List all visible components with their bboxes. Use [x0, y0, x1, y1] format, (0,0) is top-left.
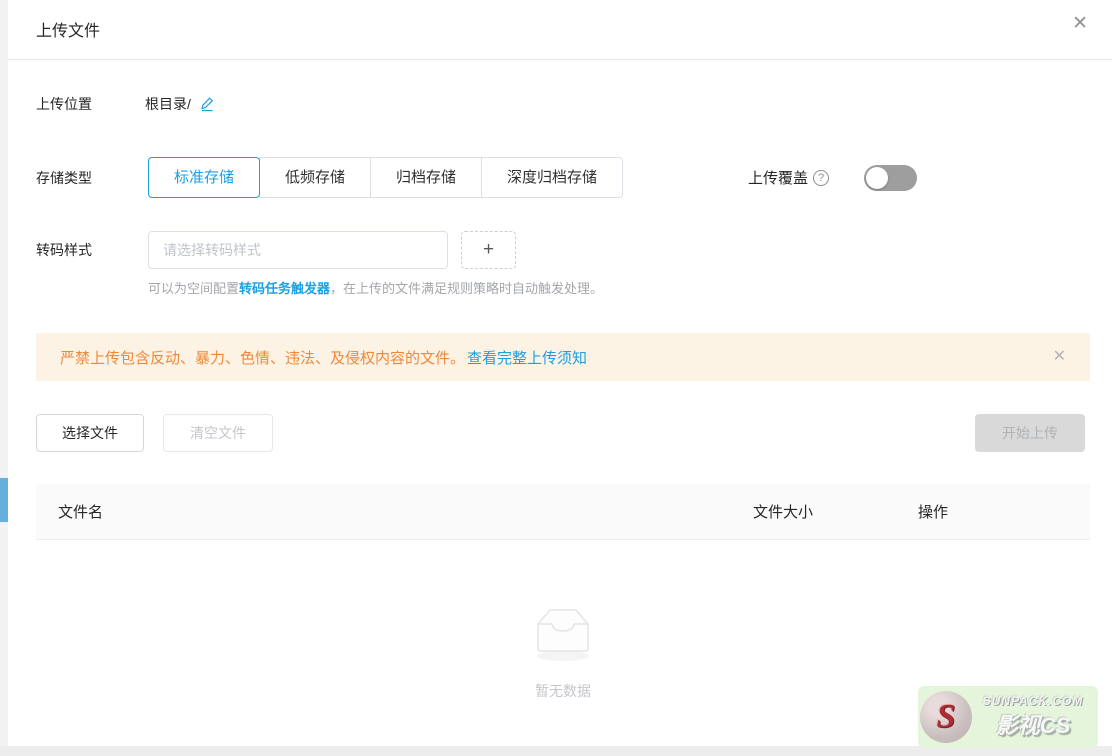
file-table-header: 文件名 文件大小 操作 — [36, 484, 1090, 540]
column-file-name: 文件名 — [36, 501, 753, 522]
transcode-hint: 可以为空间配置转码任务触发器，在上传的文件满足规则策略时自动触发处理。 — [148, 278, 603, 297]
upload-overwrite-label: 上传覆盖 — [748, 167, 808, 188]
upload-location-row: 上传位置 根目录/ — [36, 93, 215, 115]
hint-suffix: ，在上传的文件满足规则策略时自动触发处理。 — [330, 281, 603, 296]
toggle-knob — [866, 167, 888, 189]
transcode-style-label: 转码样式 — [36, 240, 148, 260]
start-upload-button[interactable]: 开始上传 — [975, 414, 1085, 452]
storage-type-row: 存储类型 标准存储 低频存储 归档存储 深度归档存储 上传覆盖 ? — [36, 157, 1096, 198]
tab-deep-archive-storage[interactable]: 深度归档存储 — [481, 157, 623, 198]
background-selected-item-strip — [0, 478, 8, 522]
transcode-style-input[interactable] — [148, 231, 448, 269]
transcode-style-row: 转码样式 + — [36, 231, 516, 269]
upload-dialog: 上传文件 ✕ 上传位置 根目录/ 存储类型 标准存储 低频存储 归档存储 深度归… — [8, 0, 1112, 746]
watermark-domain-text: SUNPACK.COM — [983, 694, 1084, 708]
close-icon[interactable]: ✕ — [1072, 14, 1088, 33]
edit-pencil-icon[interactable] — [200, 96, 215, 112]
dialog-title: 上传文件 — [36, 17, 100, 41]
tab-standard-storage[interactable]: 标准存储 — [148, 157, 260, 198]
question-circle-icon[interactable]: ? — [813, 170, 829, 186]
watermark-brand-text: 影视CS — [996, 708, 1071, 740]
transcode-trigger-link[interactable]: 转码任务触发器 — [239, 281, 330, 296]
storage-type-label: 存储类型 — [36, 168, 148, 188]
tab-infrequent-storage[interactable]: 低频存储 — [259, 157, 371, 198]
upload-overwrite-group: 上传覆盖 ? — [748, 157, 917, 198]
background-page-strip — [0, 0, 8, 756]
notice-close-icon[interactable]: ✕ — [1053, 349, 1066, 365]
add-transcode-style-button[interactable]: + — [461, 231, 516, 269]
page-background: 上传文件 ✕ 上传位置 根目录/ 存储类型 标准存储 低频存储 归档存储 深度归… — [0, 0, 1112, 756]
upload-notice-banner: 严禁上传包含反动、暴力、色情、违法、及侵权内容的文件。 查看完整上传须知 ✕ — [36, 333, 1090, 381]
empty-state: 暂无数据 — [36, 560, 1090, 701]
hint-prefix: 可以为空间配置 — [148, 281, 239, 296]
notice-text: 严禁上传包含反动、暴力、色情、违法、及侵权内容的文件。 — [60, 347, 465, 368]
upload-notice-link[interactable]: 查看完整上传须知 — [467, 347, 587, 368]
column-operation: 操作 — [918, 501, 1090, 522]
watermark-s-emblem-icon: S — [920, 691, 972, 743]
site-watermark-logo: S SUNPACK.COM 影视CS — [918, 686, 1098, 748]
tab-archive-storage[interactable]: 归档存储 — [370, 157, 482, 198]
upload-location-value: 根目录/ — [145, 94, 191, 114]
upload-location-label: 上传位置 — [36, 94, 145, 114]
dialog-header: 上传文件 ✕ — [8, 0, 1112, 60]
file-table: 文件名 文件大小 操作 — [36, 484, 1090, 540]
storage-type-tab-group: 标准存储 低频存储 归档存储 深度归档存储 — [148, 157, 623, 198]
select-files-button[interactable]: 选择文件 — [36, 414, 144, 452]
column-file-size: 文件大小 — [753, 501, 918, 522]
empty-inbox-icon — [525, 598, 601, 664]
clear-files-button[interactable]: 清空文件 — [163, 414, 273, 452]
upload-overwrite-toggle[interactable] — [864, 165, 917, 191]
